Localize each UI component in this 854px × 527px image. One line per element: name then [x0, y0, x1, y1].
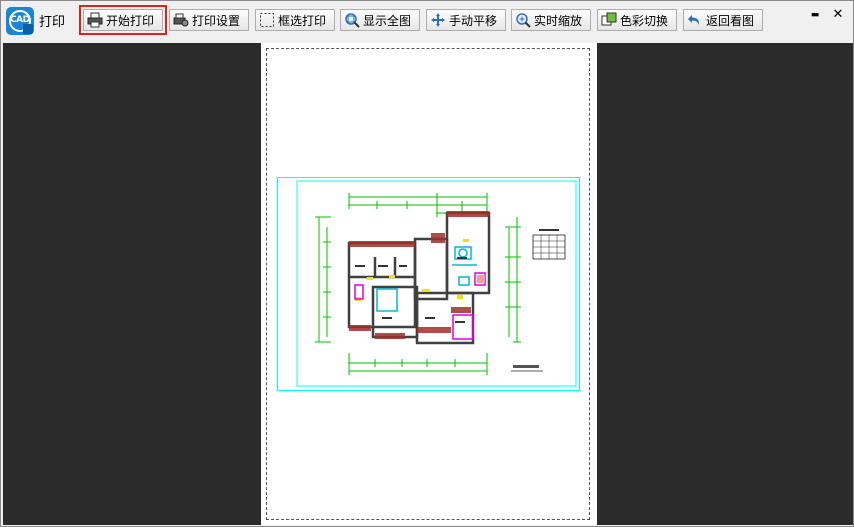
box-select-print-label: 框选打印 — [278, 13, 327, 28]
zoom-icon — [515, 12, 531, 28]
color-switch-label: 色彩切换 — [620, 13, 669, 28]
manual-pan-label: 手动平移 — [449, 13, 498, 28]
start-print-button[interactable]: 开始打印 — [79, 5, 167, 35]
close-button[interactable]: ✕ — [829, 7, 847, 22]
window-title: 打印 — [39, 15, 66, 30]
printer-icon — [87, 12, 103, 28]
cad-app-icon: CAD — [6, 7, 34, 35]
print-paper — [261, 43, 597, 525]
box-select-print-button[interactable]: 框选打印 — [255, 9, 335, 31]
print-settings-label: 打印设置 — [192, 13, 241, 28]
print-settings-icon — [173, 12, 189, 28]
back-to-view-label: 返回看图 — [706, 13, 755, 28]
show-all-button[interactable]: 显示全图 — [340, 9, 420, 31]
manual-pan-button[interactable]: 手动平移 — [426, 9, 506, 31]
color-switch-icon — [601, 12, 617, 28]
print-settings-button[interactable]: 打印设置 — [169, 9, 249, 31]
print-preview-canvas[interactable] — [3, 43, 853, 525]
pan-icon — [430, 12, 446, 28]
dashed-select-icon — [259, 12, 275, 28]
back-to-view-button[interactable]: 返回看图 — [683, 9, 763, 31]
show-all-icon — [344, 12, 360, 28]
realtime-zoom-label: 实时缩放 — [534, 13, 583, 28]
cad-floor-plan-drawing — [277, 177, 580, 391]
realtime-zoom-button[interactable]: 实时缩放 — [511, 9, 591, 31]
minimize-button[interactable]: ▬ — [806, 10, 824, 20]
color-switch-button[interactable]: 色彩切换 — [597, 9, 677, 31]
show-all-label: 显示全图 — [363, 13, 412, 28]
start-print-label: 开始打印 — [106, 13, 155, 28]
back-arrow-icon — [687, 12, 703, 28]
title-bar: CAD 打印 开始打印 打印设置 框选打印 显示全图 手动平移 实时缩放 色彩切… — [1, 1, 853, 41]
print-window: CAD 打印 开始打印 打印设置 框选打印 显示全图 手动平移 实时缩放 色彩切… — [0, 0, 854, 527]
